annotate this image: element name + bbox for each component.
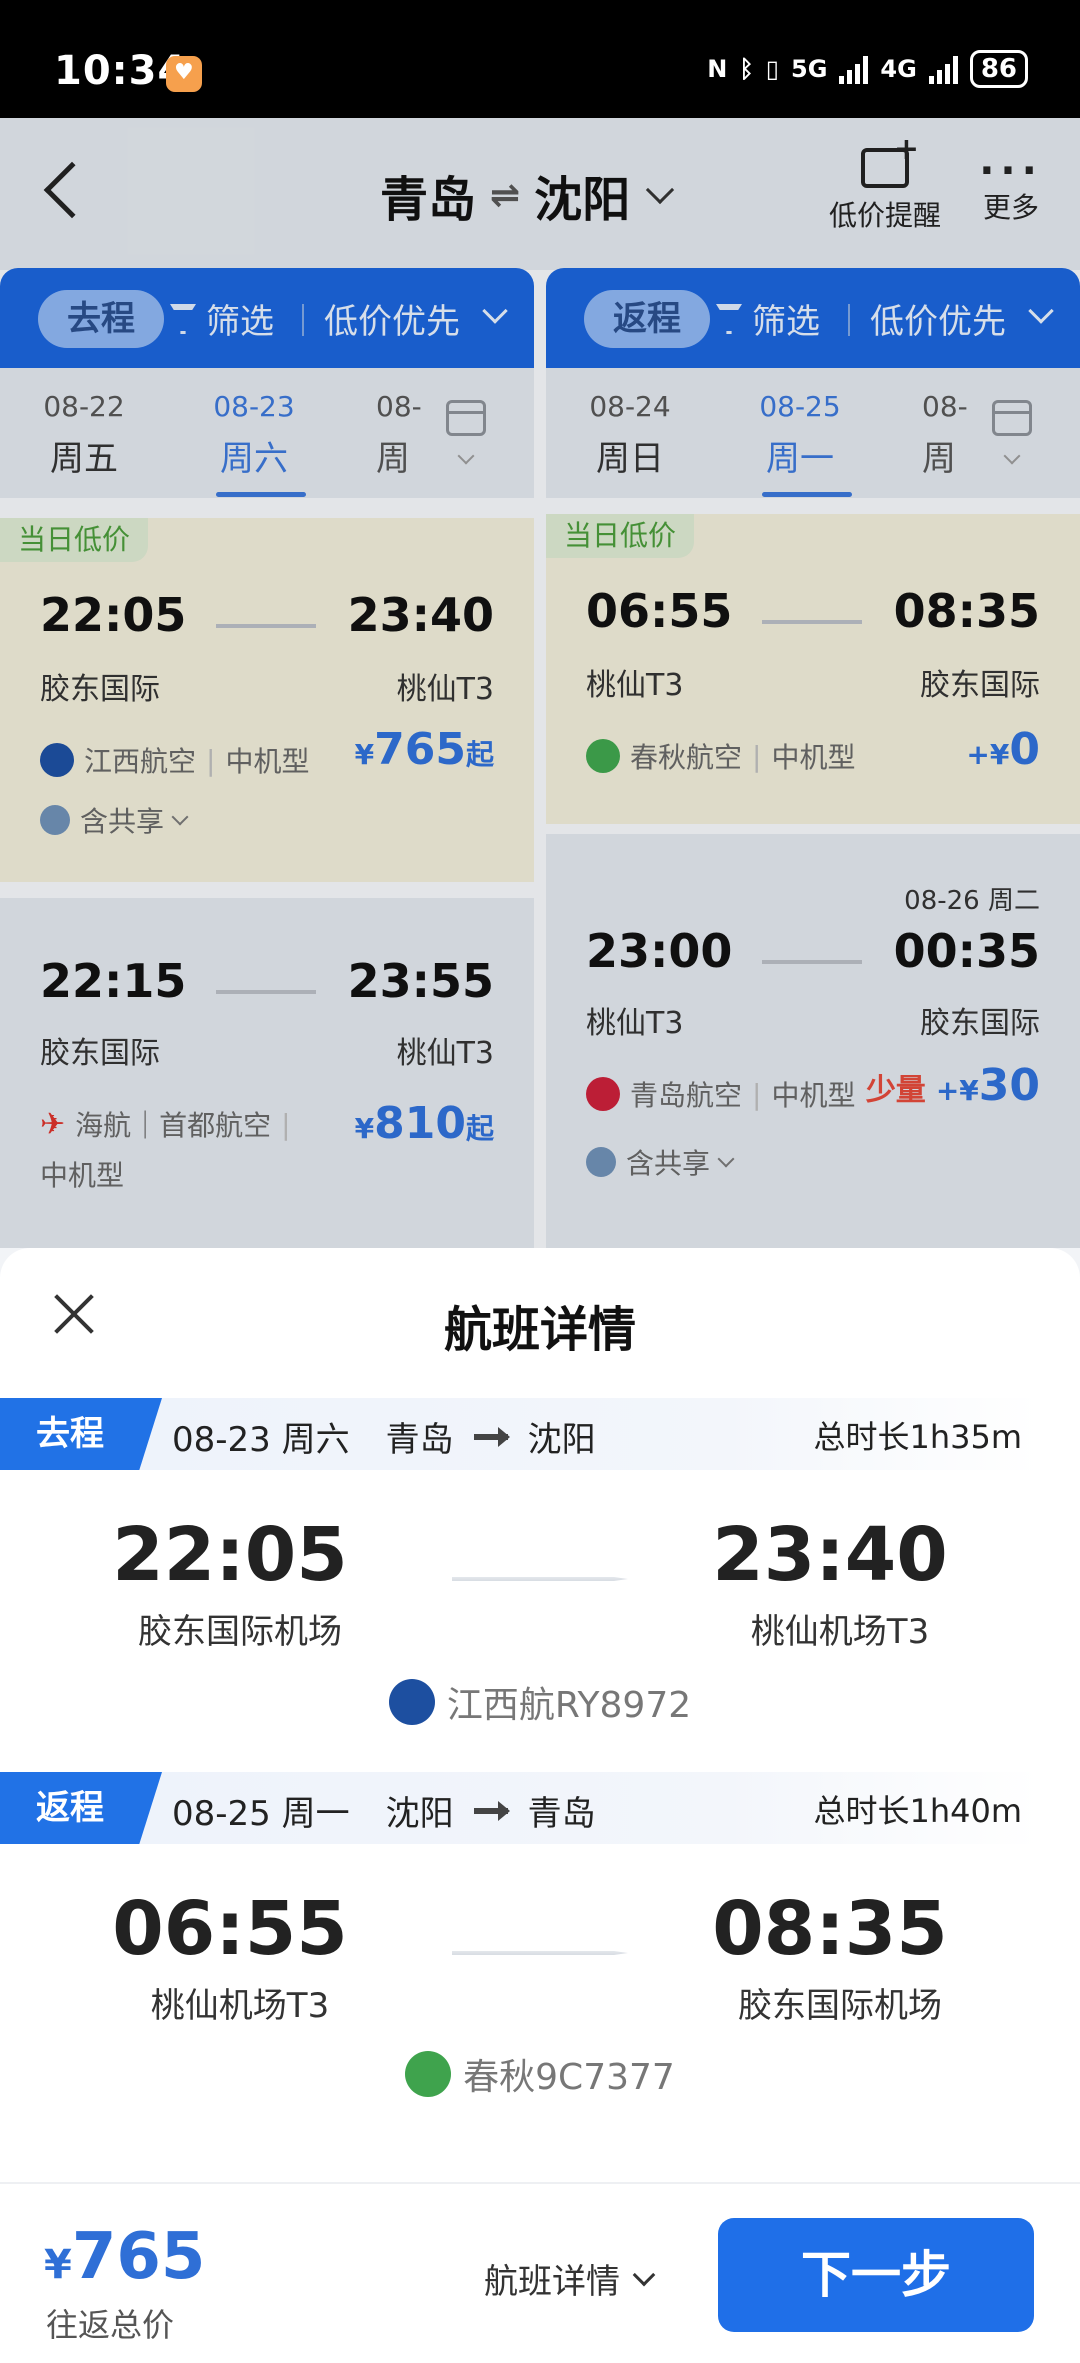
arrival-airport: 桃仙机场T3: [750, 1612, 930, 1652]
notification-app-icon: [166, 56, 202, 92]
arrival-time: 08:35: [712, 1886, 948, 1972]
flight-line: [452, 1577, 628, 1581]
flight-number: 春秋9C7377: [0, 2048, 1080, 2100]
segment-label: 去程: [0, 1398, 162, 1470]
sheet-title: 航班详情: [443, 1302, 636, 1358]
segment-header: 返程 08-25 周一 沈阳 青岛 总时长1h40m: [0, 1772, 1040, 1844]
arrow-right-icon: [473, 1800, 510, 1821]
checkout-bar: ¥765 往返总价 航班详情 下一步: [0, 2182, 1080, 2363]
segment-info: 08-23 周六 青岛 沈阳: [172, 1420, 596, 1460]
segment-label: 返程: [0, 1772, 162, 1844]
flight-detail-sheet: 航班详情 去程 08-23 周六 青岛 沈阳 总时长1h35m 22:05 23…: [0, 1248, 1080, 2363]
total-price-label: 往返总价: [46, 2306, 175, 2344]
nfc-icon: N: [707, 55, 728, 83]
segment-info: 08-25 周一 沈阳 青岛: [172, 1794, 596, 1834]
status-bar: 10:34 N ᛒ ▯ 5G 4G 86: [0, 0, 1080, 118]
jiangxi-air-logo-icon: [388, 1679, 435, 1725]
network-5g-label: 5G: [791, 55, 828, 83]
departure-airport: 胶东国际机场: [138, 1612, 342, 1652]
departure-time: 06:55: [112, 1886, 348, 1972]
segment-duration: 总时长1h40m: [813, 1792, 1022, 1830]
next-step-button[interactable]: 下一步: [718, 2218, 1034, 2332]
battery-indicator: 86: [969, 50, 1028, 88]
flight-line: [452, 1951, 628, 1955]
spring-airlines-logo-icon: [405, 2051, 452, 2097]
segment-header: 去程 08-23 周六 青岛 沈阳 总时长1h35m: [0, 1398, 1040, 1470]
total-price: ¥765: [44, 2220, 206, 2294]
modal-backdrop[interactable]: [0, 118, 1080, 1248]
departure-time: 22:05: [112, 1512, 348, 1598]
vibrate-icon: ▯: [765, 55, 779, 83]
chevron-down-icon: [632, 2263, 656, 2286]
flight-number: 江西航RY8972: [0, 1676, 1080, 1728]
flight-detail-toggle[interactable]: 航班详情: [484, 2254, 656, 2303]
signal-icon-2: [928, 54, 958, 84]
arrow-right-icon: [473, 1426, 510, 1447]
departure-airport: 桃仙机场T3: [150, 1986, 330, 2026]
network-4g-label: 4G: [880, 55, 917, 83]
bluetooth-icon: ᛒ: [739, 55, 754, 83]
arrival-time: 23:40: [712, 1512, 948, 1598]
arrival-airport: 胶东国际机场: [738, 1986, 942, 2026]
status-icons: N ᛒ ▯ 5G 4G 86: [707, 50, 1028, 88]
segment-duration: 总时长1h35m: [813, 1418, 1022, 1456]
signal-icon: [839, 54, 869, 84]
